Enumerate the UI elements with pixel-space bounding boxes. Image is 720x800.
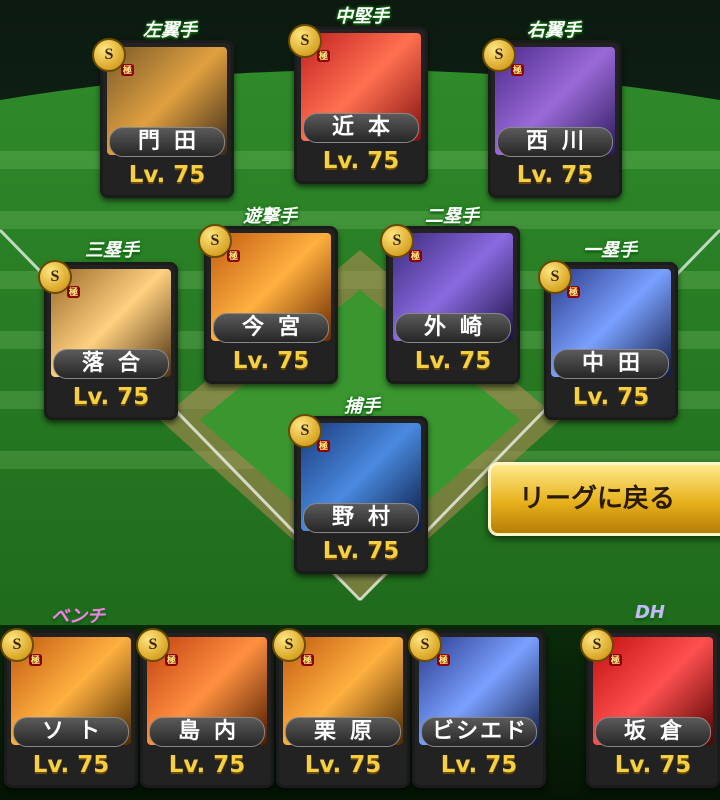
rank-badge-tier: 極 — [436, 654, 450, 666]
return-to-league-button[interactable]: リーグに戻る — [488, 462, 720, 536]
rank-badge-tier: 極 — [608, 654, 622, 666]
player-level: Lv. 75 — [414, 348, 492, 374]
player-level: Lv. 75 — [168, 752, 246, 778]
player-name: 野村 — [303, 503, 419, 533]
position-label-2b: 二塁手 — [425, 206, 479, 227]
rank-badge-letter: S — [104, 46, 114, 63]
rank-badge-tier: 極 — [408, 250, 422, 262]
player-name: 中田 — [553, 349, 669, 379]
rank-badge-letter: S — [300, 32, 310, 49]
rank-badge-icon: S極 — [38, 260, 80, 298]
player-level: Lv. 75 — [516, 162, 594, 188]
player-name: ソト — [13, 717, 129, 747]
rank-badge-icon: S極 — [408, 628, 450, 666]
player-name: 栗原 — [285, 717, 401, 747]
rank-badge-letter: S — [550, 268, 560, 285]
rank-badge-icon: S極 — [482, 38, 524, 76]
position-label-lf: 左翼手 — [143, 20, 197, 41]
position-label-bench: ベンチ — [51, 606, 105, 627]
position-label-ss: 遊撃手 — [243, 206, 297, 227]
rank-badge-letter: S — [12, 636, 22, 653]
rank-badge-icon: S極 — [580, 628, 622, 666]
rank-badge-icon: S極 — [198, 224, 240, 262]
player-level: Lv. 75 — [614, 752, 692, 778]
position-label-cf: 中堅手 — [335, 6, 389, 27]
rank-badge-tier: 極 — [120, 64, 134, 76]
player-level: Lv. 75 — [232, 348, 310, 374]
player-level: Lv. 75 — [128, 162, 206, 188]
player-level: Lv. 75 — [322, 538, 400, 564]
rank-badge-tier: 極 — [300, 654, 314, 666]
player-level: Lv. 75 — [32, 752, 110, 778]
rank-badge-letter: S — [148, 636, 158, 653]
player-name: 島内 — [149, 717, 265, 747]
position-label-3b: 三塁手 — [85, 240, 139, 261]
player-level: Lv. 75 — [304, 752, 382, 778]
player-level: Lv. 75 — [572, 384, 650, 410]
rank-badge-letter: S — [284, 636, 294, 653]
rank-badge-icon: S極 — [0, 628, 42, 666]
rank-badge-letter: S — [50, 268, 60, 285]
rank-badge-letter: S — [300, 422, 310, 439]
player-name: 外崎 — [395, 313, 511, 343]
rank-badge-icon: S極 — [136, 628, 178, 666]
player-name: ビシエド — [421, 717, 537, 747]
rank-badge-icon: S極 — [380, 224, 422, 262]
rank-badge-tier: 極 — [510, 64, 524, 76]
player-level: Lv. 75 — [72, 384, 150, 410]
rank-badge-letter: S — [494, 46, 504, 63]
player-name: 西川 — [497, 127, 613, 157]
player-name: 近本 — [303, 113, 419, 143]
rank-badge-tier: 極 — [566, 286, 580, 298]
player-name: 今宮 — [213, 313, 329, 343]
rank-badge-tier: 極 — [28, 654, 42, 666]
rank-badge-icon: S極 — [538, 260, 580, 298]
rank-badge-tier: 極 — [316, 50, 330, 62]
rank-badge-icon: S極 — [288, 24, 330, 62]
rank-badge-icon: S極 — [92, 38, 134, 76]
rank-badge-letter: S — [592, 636, 602, 653]
rank-badge-tier: 極 — [66, 286, 80, 298]
rank-badge-icon: S極 — [288, 414, 330, 452]
player-level: Lv. 75 — [322, 148, 400, 174]
position-label-c: 捕手 — [344, 396, 380, 417]
rank-badge-letter: S — [392, 232, 402, 249]
rank-badge-letter: S — [420, 636, 430, 653]
rank-badge-tier: 極 — [226, 250, 240, 262]
position-label-1b: 一塁手 — [583, 240, 637, 261]
player-level: Lv. 75 — [440, 752, 518, 778]
player-name: 落合 — [53, 349, 169, 379]
player-name: 坂倉 — [595, 717, 711, 747]
rank-badge-icon: S極 — [272, 628, 314, 666]
rank-badge-tier: 極 — [316, 440, 330, 452]
position-label-dh: DH — [634, 602, 665, 623]
rank-badge-tier: 極 — [164, 654, 178, 666]
position-label-rf: 右翼手 — [527, 20, 581, 41]
player-name: 門田 — [109, 127, 225, 157]
rank-badge-letter: S — [210, 232, 220, 249]
